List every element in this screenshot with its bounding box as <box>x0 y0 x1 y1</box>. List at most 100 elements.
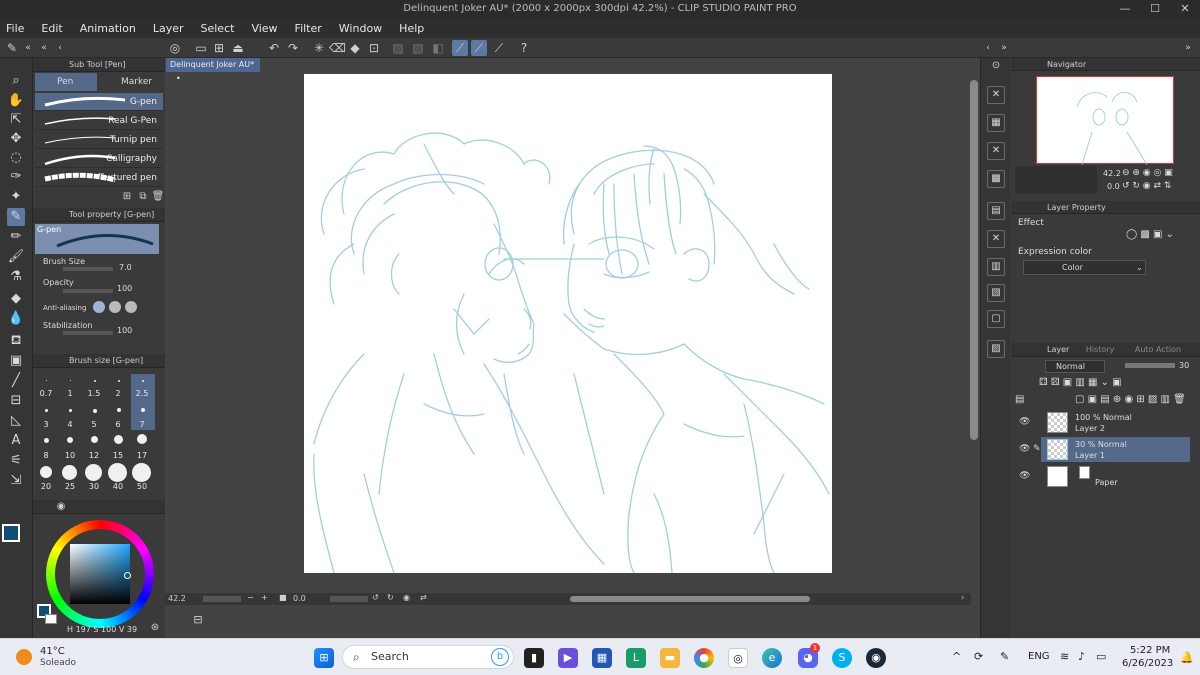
color-wheel-tab-icon[interactable]: ◉ <box>53 500 69 513</box>
help-icon[interactable]: ? <box>516 40 532 56</box>
blend-tool-icon[interactable]: 💧 <box>7 310 25 328</box>
correct-line-tool-icon[interactable]: ⇲ <box>7 472 25 490</box>
material-icon[interactable]: ✕ <box>987 86 1005 104</box>
tab-history[interactable]: History <box>1086 345 1114 354</box>
rotate-left-icon[interactable]: ↺ <box>372 593 379 602</box>
close-button[interactable]: ✕ <box>1170 0 1200 18</box>
snap-grid-icon[interactable]: ⟋ <box>471 40 487 56</box>
text-tool-icon[interactable]: A <box>7 432 25 450</box>
material-icon[interactable]: ✕ <box>987 142 1005 160</box>
steam-icon[interactable]: ◉ <box>866 648 886 668</box>
menu-edit[interactable]: Edit <box>41 22 62 35</box>
brush-size-option[interactable]: 3 <box>35 420 57 429</box>
save-icon[interactable]: ⏏ <box>230 40 246 56</box>
operation-tool-icon[interactable]: ⇱ <box>7 111 25 129</box>
chrome-icon[interactable]: ● <box>694 648 714 668</box>
tab-marker[interactable]: Marker <box>99 73 161 91</box>
material-icon[interactable]: ▩ <box>987 170 1005 188</box>
layer-list-icon[interactable]: ▤ <box>1015 394 1024 405</box>
angle-value[interactable]: 0.0 <box>293 594 306 603</box>
balloon-tool-icon[interactable]: ⚟ <box>7 452 25 470</box>
drawing-canvas[interactable] <box>304 74 832 573</box>
blend-mode-select[interactable]: Normal <box>1045 360 1105 373</box>
navigator-zoom-value[interactable]: 42.2 <box>1103 169 1121 178</box>
brush-size-option[interactable]: 25 <box>59 482 81 491</box>
crop-icon[interactable]: ◧ <box>430 40 446 56</box>
antialias-option[interactable] <box>93 301 105 313</box>
brush-item-real-g-pen[interactable]: Real G-Pen <box>35 112 163 130</box>
saturation-value-square[interactable] <box>70 544 130 604</box>
clip-studio-taskbar-icon[interactable]: ◎ <box>728 648 748 668</box>
visibility-eye-icon[interactable]: 👁 <box>1019 471 1030 481</box>
tab-auto-action[interactable]: Auto Action <box>1135 345 1181 354</box>
gradient-tool-icon[interactable]: ▣ <box>7 352 25 370</box>
magic-wand-icon[interactable]: ✦ <box>7 188 25 206</box>
document-tab[interactable]: Delinquent Joker AU* • <box>166 58 260 83</box>
language-indicator[interactable]: ENG <box>1028 651 1050 662</box>
layer-opacity-value[interactable]: 30 <box>1179 361 1189 370</box>
navigator-sliders[interactable] <box>1015 166 1097 194</box>
collapse-right-icon[interactable]: ‹ <box>980 40 996 56</box>
brush-size-option[interactable]: 0.7 <box>35 389 57 398</box>
navigator-angle-value[interactable]: 0.0 <box>1107 182 1120 191</box>
select-pen-icon[interactable]: ✑ <box>7 168 25 186</box>
brush-size-option[interactable]: 1 <box>59 389 81 398</box>
navigator-zoom-controls-icon[interactable]: ⊖ ⊕ ◉ ◎ ▣ <box>1122 168 1173 178</box>
menu-help[interactable]: Help <box>399 22 424 35</box>
weather-temperature[interactable]: 41°C <box>40 646 65 657</box>
zoom-out-icon[interactable]: − <box>247 593 254 602</box>
notification-bell-icon[interactable]: 🔔 <box>1180 651 1194 664</box>
pen-tool-icon[interactable]: ✎ <box>7 208 25 226</box>
material-icon[interactable]: ▨ <box>987 340 1005 358</box>
brush-item-g-pen[interactable]: G-pen <box>35 93 163 111</box>
menu-filter[interactable]: Filter <box>295 22 322 35</box>
skype-icon[interactable]: S <box>832 648 852 668</box>
edit-pen-icon[interactable]: ✎ <box>1033 444 1041 454</box>
taskbar-search-box[interactable]: ⌕ Search b <box>342 645 514 669</box>
opacity-slider[interactable] <box>63 289 113 293</box>
menu-view[interactable]: View <box>251 22 277 35</box>
fit-icon[interactable]: ■ <box>279 593 287 602</box>
brush-size-option[interactable]: 17 <box>131 451 153 460</box>
tab-layer[interactable]: Layer <box>1047 345 1069 354</box>
expand-right-icon[interactable]: » <box>1180 40 1196 56</box>
lasso-tool-icon[interactable]: ◌ <box>7 149 25 167</box>
battery-icon[interactable]: ▭ <box>1096 650 1106 663</box>
chevron-left-icon[interactable]: ‹ <box>52 40 68 56</box>
store-icon[interactable]: ▦ <box>592 648 612 668</box>
layer-actions-icons[interactable]: ▢ ▣ ▤ ⊕ ◉ ⊞ ▨ ▥ 🗑 <box>1075 394 1186 405</box>
material-icon[interactable]: ✕ <box>987 230 1005 248</box>
open-file-icon[interactable]: ⊞ <box>211 40 227 56</box>
pen-icon[interactable]: ✎ <box>4 40 20 56</box>
fill-icon[interactable]: ◆ <box>347 40 363 56</box>
expression-color-select[interactable]: Color ⌄ <box>1023 260 1146 275</box>
collapse-left-icon[interactable]: « <box>20 40 36 56</box>
invert-selection-icon[interactable]: ▧ <box>410 40 426 56</box>
brush-size-option[interactable]: 4 <box>59 420 81 429</box>
brush-item-textured-pen[interactable]: Textured pen <box>35 169 163 187</box>
menu-layer[interactable]: Layer <box>153 22 184 35</box>
layer-tools-icons[interactable]: ⚃ ⚄ ▣ ▥ ▦ ⌄ ▣ <box>1039 377 1122 388</box>
transparent-color-swatch[interactable] <box>3 554 29 560</box>
airbrush-tool-icon[interactable]: ⚗ <box>7 268 25 286</box>
weather-description[interactable]: Soleado <box>40 658 76 668</box>
vertical-scrollbar[interactable] <box>970 80 978 440</box>
snap-perspective-icon[interactable]: ⟋ <box>491 40 507 56</box>
brush-size-option[interactable]: 1.5 <box>83 389 105 398</box>
menu-select[interactable]: Select <box>201 22 235 35</box>
visibility-eye-icon[interactable]: 👁 <box>1019 444 1030 454</box>
collapse-left-icon[interactable]: « <box>36 40 52 56</box>
close-tab-icon[interactable]: • <box>176 74 181 83</box>
flip-icon[interactable]: ⇄ <box>420 593 427 602</box>
clock-date[interactable]: 6/26/2023 <box>1122 658 1173 669</box>
pen-tray-icon[interactable]: ✎ <box>1000 650 1009 663</box>
brush-size-slider[interactable] <box>63 267 113 271</box>
hand-tool-icon[interactable]: ✋ <box>7 92 25 110</box>
layer-item-layer1[interactable]: 👁 ✎ 30 % Normal Layer 1 <box>1019 437 1190 462</box>
antialias-option[interactable] <box>125 301 137 313</box>
delete-subtool-icon[interactable]: 🗑 <box>150 189 166 205</box>
ruler-tool-icon[interactable]: ◺ <box>7 412 25 430</box>
timeline-toggle-icon[interactable]: ⊟ <box>190 612 206 628</box>
stabilization-slider[interactable] <box>63 331 113 335</box>
tab-pen[interactable]: Pen <box>35 73 97 91</box>
